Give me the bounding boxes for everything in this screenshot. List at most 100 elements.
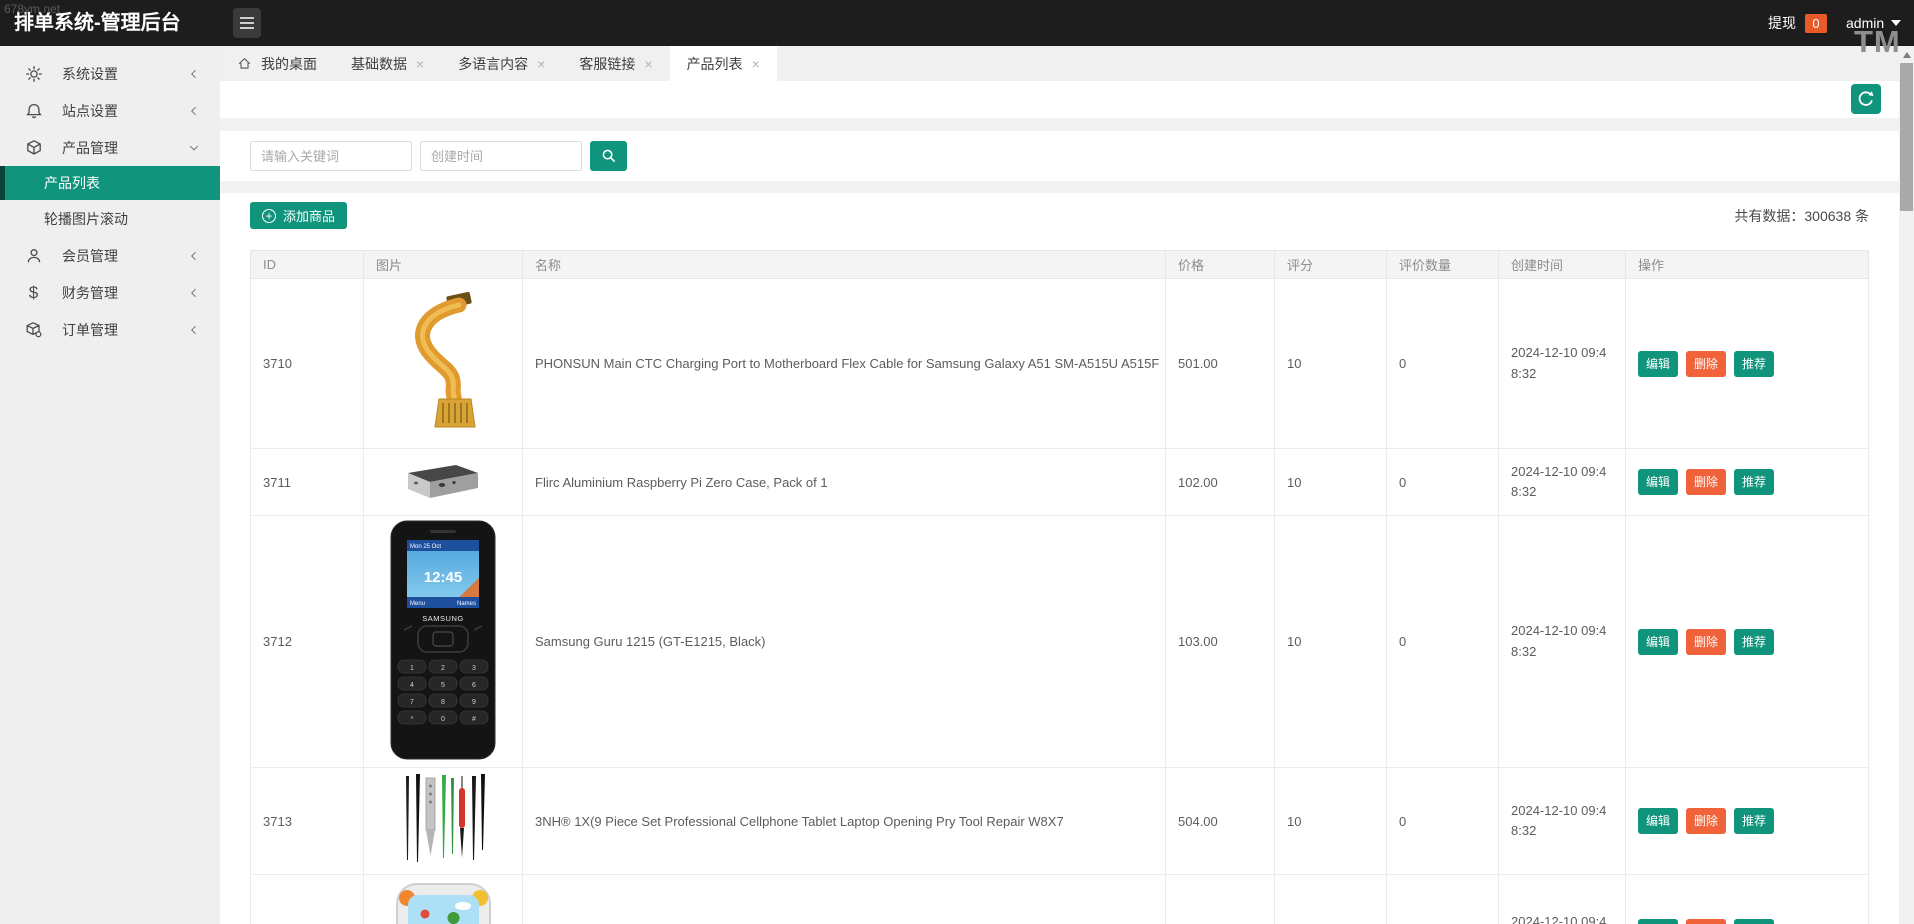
svg-text:2: 2 [441,665,445,672]
close-tab-icon[interactable]: × [537,57,545,71]
chevron-down-icon [188,142,200,154]
sidebar-item-label: 产品列表 [44,175,100,191]
tab-label: 我的桌面 [261,55,317,72]
vertical-scrollbar[interactable] [1899,46,1914,924]
svg-text:5: 5 [441,682,445,689]
product-image-flex-cable [363,278,523,449]
table-row: 3 7 1 2 Mon 25 Oct 12:45 Menu Names SAMSUNG… [250,515,1869,768]
cell-price: 505.00 [1165,874,1275,924]
svg-text:3: 3 [472,665,476,672]
recommend-button[interactable]: 推荐 [1734,628,1774,655]
table-row: 3711 Flirc Aluminium Raspberry Pi Zero C… [250,448,1869,516]
tab-product-list[interactable]: 产品列表 × [669,46,777,81]
cell-price: 103.00 [1165,515,1275,768]
cell-price: 501.00 [1165,278,1275,449]
cell-rating: 10 [1274,515,1387,768]
recommend-button[interactable]: 推荐 [1734,919,1774,924]
close-tab-icon[interactable]: × [644,57,652,71]
cell-reviews: 0 [1386,515,1499,768]
keyword-input[interactable] [250,141,412,171]
product-table: ID 图片 名称 价格 评分 评价数量 创建时间 操作 3710 PHONSUN… [250,250,1869,924]
withdraw-count-badge: 0 [1805,13,1827,33]
edit-button[interactable]: 编辑 [1638,350,1678,377]
close-tab-icon[interactable]: × [416,57,424,71]
delete-button[interactable]: 删除 [1686,469,1726,495]
cell-reviews: 0 [1386,874,1499,924]
col-header-actions: 操作 [1625,250,1869,279]
plus-circle-icon: + [262,208,276,223]
sidebar-item-site-settings[interactable]: 站点设置 [0,92,220,129]
svg-text:9: 9 [472,699,476,706]
sidebar-item-order-management[interactable]: 订单管理 [0,311,220,348]
app-header: 排单系统-管理后台 提现 0 admin [0,0,1914,46]
product-image-pry-tools [363,767,523,875]
sidebar-item-finance-management[interactable]: 财务管理 [0,274,220,311]
menu-toggle-button[interactable] [233,8,261,38]
cell-name: Flirc Aluminium Raspberry Pi Zero Case, … [522,448,1166,516]
search-button[interactable] [590,141,627,171]
cell-id: 3714 [250,874,364,924]
edit-button[interactable]: 编辑 [1638,808,1678,834]
box-icon [24,320,43,339]
recommend-button[interactable]: 推荐 [1734,808,1774,834]
cell-reviews: 0 [1386,278,1499,449]
close-tab-icon[interactable]: × [752,57,760,71]
sidebar-item-product-list[interactable]: 产品列表 [0,166,220,200]
sidebar-item-label: 产品管理 [62,139,118,156]
col-header-price: 价格 [1165,250,1275,279]
sidebar-item-carousel-images[interactable]: 轮播图片滚动 [0,200,220,237]
cell-actions: 编辑删除推荐 [1625,278,1869,449]
cell-name: PHONSUN Main CTC Charging Port to Mother… [522,278,1166,449]
phone-time: 12:45 [424,569,462,586]
refresh-button[interactable] [1851,84,1881,114]
withdraw-link[interactable]: 提现 0 [1768,0,1827,46]
create-date-input[interactable] [420,141,582,171]
svg-text:8: 8 [441,699,445,706]
tab-service-links[interactable]: 客服链接 × [562,46,669,81]
table-row: 3710 PHONSUN Main CTC Charging Port to M… [250,278,1869,449]
home-icon [237,56,252,71]
cell-price: 504.00 [1165,767,1275,875]
cell-name: Quercetti Tablet Creativo, Multi Color [522,874,1166,924]
product-image-feature-phone: Mon 25 Oct 12:45 Menu Names SAMSUNG 1 2 … [363,515,523,768]
tab-multilingual-content[interactable]: 多语言内容 × [441,46,562,81]
watermark-tm: TM [1854,24,1901,59]
cube-icon [24,138,43,157]
table-panel: + 添加商品 共有数据：300638 条 ID 图片 名称 价格 评分 评价数量… [220,193,1899,924]
chevron-left-icon [188,287,200,299]
delete-button[interactable]: 删除 [1686,628,1726,655]
delete-button[interactable]: 删除 [1686,808,1726,834]
cell-created: 2024-12-10 09:48:32 [1498,515,1626,768]
cell-actions: 编辑删除推荐 [1625,767,1869,875]
scroll-up-arrow[interactable] [1899,48,1914,62]
person-icon [24,246,43,265]
sidebar-item-product-management[interactable]: 产品管理 [0,129,220,166]
edit-button[interactable]: 编辑 [1638,628,1678,655]
sidebar-item-label: 财务管理 [62,284,118,301]
edit-button[interactable]: 编辑 [1638,469,1678,495]
cell-rating: 10 [1274,874,1387,924]
col-header-name: 名称 [522,250,1166,279]
cell-id: 3713 [250,767,364,875]
cell-name: Samsung Guru 1215 (GT-E1215, Black) [522,515,1166,768]
tab-my-desktop[interactable]: 我的桌面 [220,46,334,81]
sidebar-item-system-settings[interactable]: 系统设置 [0,55,220,92]
sidebar-item-member-management[interactable]: 会员管理 [0,237,220,274]
svg-text:1: 1 [410,665,414,672]
cell-created: 2024-12-10 09:48:32 [1498,278,1626,449]
delete-button[interactable]: 删除 [1686,919,1726,924]
table-row: 3713 3NH® 1X(9 Piece Set Professional Ce… [250,767,1869,875]
delete-button[interactable]: 删除 [1686,350,1726,377]
tab-basic-data[interactable]: 基础数据 × [334,46,441,81]
svg-text:0: 0 [441,716,445,723]
cell-price: 102.00 [1165,448,1275,516]
withdraw-label: 提现 [1768,15,1796,31]
recommend-button[interactable]: 推荐 [1734,469,1774,495]
add-product-button[interactable]: + 添加商品 [250,202,348,229]
edit-button[interactable]: 编辑 [1638,919,1678,924]
sidebar-item-label: 轮播图片滚动 [44,210,128,227]
toolbar-strip [220,81,1899,118]
svg-text:7: 7 [410,699,414,706]
recommend-button[interactable]: 推荐 [1734,350,1774,377]
scrollbar-thumb[interactable] [1900,63,1913,211]
